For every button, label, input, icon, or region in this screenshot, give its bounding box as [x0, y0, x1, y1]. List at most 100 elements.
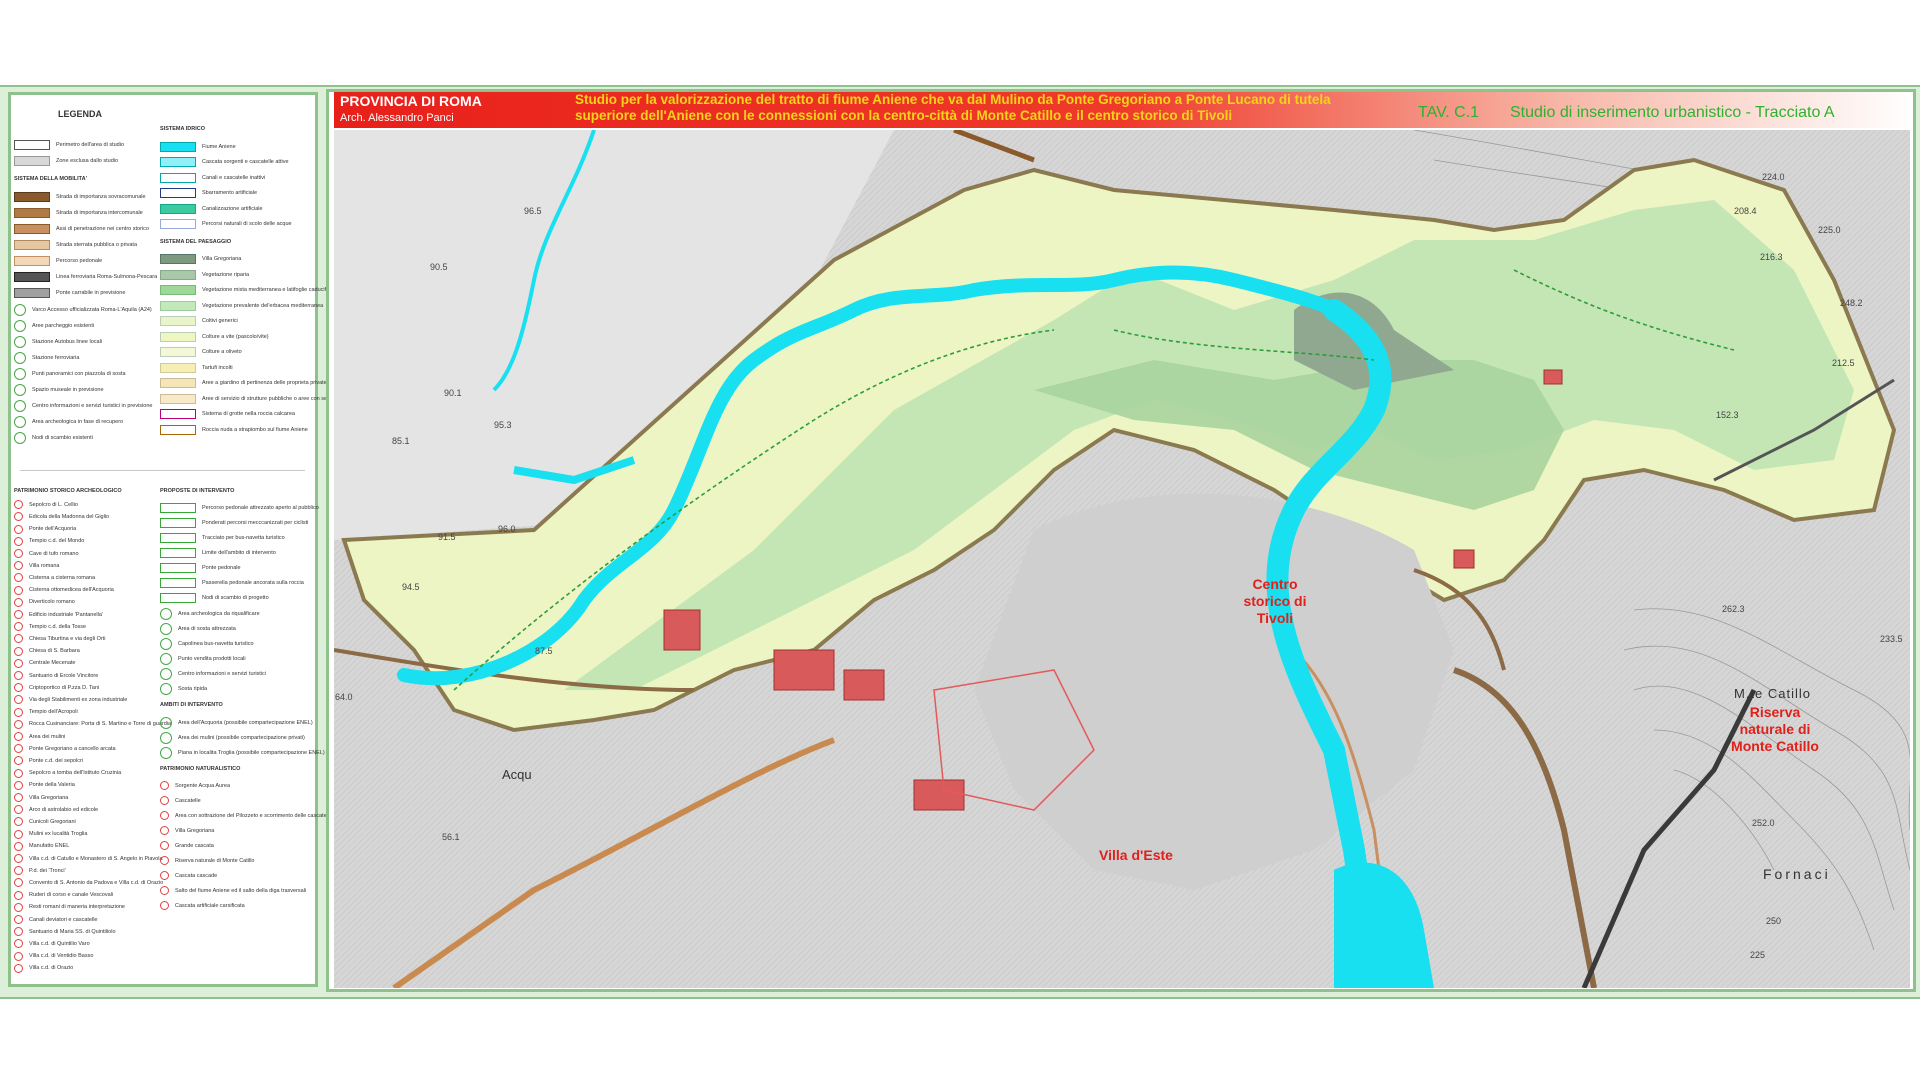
legend-item: Piana in localita Troglia (possibile com… — [160, 747, 325, 759]
legend-marker-icon — [14, 707, 23, 717]
legend-item: Passerella pedonale ancorata sulla rocci… — [160, 578, 304, 588]
legend-item: Nodi di scambio di progetto — [160, 593, 269, 603]
legend-item-label: Nodi di scambio esistenti — [32, 435, 93, 441]
province-title: PROVINCIA DI ROMA — [340, 93, 482, 109]
legend-item-label: Spazio museale in previsione — [32, 387, 104, 393]
legend-swatch — [160, 157, 196, 167]
elevation-label: 95.3 — [494, 420, 512, 430]
legend-item: Percorsi naturali di scolo delle acque — [160, 219, 292, 229]
legend-marker-icon — [14, 536, 23, 546]
legend-item: Area con sottrazione del Pilozzeto e sco… — [160, 811, 327, 820]
legend-item-label: Percorsi naturali di scolo delle acque — [202, 221, 292, 227]
elevation-label: 225.0 — [1818, 225, 1841, 235]
legend-item: Convento di S. Antonio da Padova e Villa… — [14, 878, 163, 888]
legend-swatch — [160, 188, 196, 198]
elevation-label: 248.2 — [1840, 298, 1863, 308]
legend-swatch — [14, 256, 50, 266]
architect-name: Arch. Alessandro Panci — [340, 112, 454, 124]
legend-swatch — [160, 393, 196, 404]
legend-item-label: Chiesa di S. Barbara — [29, 648, 80, 655]
legend-item: Salto del fiume Aniene ed il salto della… — [160, 886, 306, 895]
legend-item-label: Vegetazione prevalente del'erbacea medit… — [202, 302, 324, 309]
legend-marker-icon — [14, 573, 23, 583]
legend-item-label: Perimetro dell'area di studio — [56, 142, 125, 148]
legend-item: Santuario di Ercole Vincitore — [14, 671, 98, 680]
legend-item: Percorso pedonale attrezzato aperto al p… — [160, 503, 319, 513]
legend-item-label: Ponderati percorsi mecccanizzati per cic… — [202, 520, 309, 526]
legend-item-label: Vegetazione mista mediterranea e latifog… — [202, 287, 338, 293]
legend-item: Villa Gregoriana — [160, 826, 214, 835]
elevation-label: 224.0 — [1762, 172, 1785, 182]
legend-swatch — [160, 533, 196, 543]
legend-marker-icon — [14, 963, 23, 973]
legend-item: Strada di importanza intercomunale — [14, 208, 143, 218]
legend-swatch — [160, 548, 196, 558]
legend-item-label: Villa romana — [29, 562, 60, 569]
legend-item: Sosta ripida — [160, 683, 207, 695]
legend-item-label: Sepolcro di L. Cellio — [29, 501, 78, 508]
legend-item: Sorgente Acqua Aurea — [160, 781, 230, 790]
legend-item: Limite dell'ambito di intervento — [160, 548, 276, 558]
legend-section-title: SISTEMA IDRICO — [160, 126, 206, 132]
legend-item-label: Via degli Stabilimenti ex zona industria… — [29, 696, 128, 703]
legend-marker-icon — [14, 719, 23, 729]
legend-item: Ponte dell'Acquoria — [14, 524, 76, 534]
legend-item: Riserva naturale di Monte Catillo — [160, 856, 254, 865]
elevation-label: 90.5 — [430, 262, 448, 272]
legend-item: Varco Accesso ufficializzata Roma-L'Aqui… — [14, 304, 152, 316]
legend-item-label: Cascata cascade — [175, 872, 218, 879]
legend-item: Edificio industriale 'Pantanella' — [14, 610, 103, 619]
elevation-label: 212.5 — [1832, 358, 1855, 368]
legend-item-label: Capolinea bus-navetta turistico — [178, 641, 254, 647]
legend-marker-icon — [14, 951, 23, 961]
legend-item: Villa c.d. di Ventidio Basso — [14, 951, 93, 961]
legend-marker-icon — [14, 817, 23, 827]
legend-marker-icon — [14, 854, 23, 863]
legend-item: Tempio c.d. della Tosse — [14, 622, 86, 632]
legend-item: Colture a oliveto — [160, 347, 242, 357]
legend-item: Chiesa di S. Barbara — [14, 646, 80, 656]
legend-item: Spazio museale in previsione — [14, 384, 104, 396]
legend-item: Strada di importanza sovracomunale — [14, 192, 146, 202]
legend-item-label: Percorso pedonale attrezzato aperto al p… — [202, 505, 319, 511]
legend-item-label: Diverticolo romano — [29, 599, 75, 606]
legend-swatch — [160, 269, 196, 280]
legend-item-label: Mulini ex lucalità Troglia — [29, 831, 88, 838]
legend-item: Zone esclusa dallo studio — [14, 156, 118, 166]
legend-swatch — [14, 272, 50, 282]
legend-item: Stazione Autobus linee locali — [14, 336, 102, 348]
legend-symbol-icon — [14, 416, 26, 428]
legend-item-label: Centro informazioni e servizi turistici … — [32, 403, 153, 409]
legend-item-label: Nodi di scambio di progetto — [202, 595, 269, 601]
legend-item: Vegetazione riparia — [160, 269, 249, 280]
legend-item-label: Cisterna ottomedicea dell'Acquoria — [29, 587, 114, 594]
legend-section-title: SISTEMA DEL PAESAGGIO — [160, 238, 232, 245]
legend-item: Sepolcro di L. Cellio — [14, 500, 78, 510]
legend-item: Cisterna a cisterna romana — [14, 573, 95, 583]
legend-item: Sistema di grotte nella roccia calcarea — [160, 409, 295, 419]
legend-item-label: Strada sterrata pubblica o privata — [56, 242, 138, 248]
legend-item-label: Roccia nuda a strapiombo sul fiume Anien… — [202, 426, 308, 433]
legend-item: Canali deviatori e cascatelle — [14, 915, 97, 924]
legend-swatch — [160, 285, 196, 295]
legend-marker-icon — [14, 939, 23, 949]
legend-item: Cascatelle — [160, 796, 201, 805]
legend-symbol-icon — [14, 432, 26, 444]
legend-item-label: Fiume Aniene — [202, 143, 236, 150]
elevation-label: 56.1 — [442, 832, 460, 842]
legend-marker-icon — [14, 610, 23, 619]
legend-item-label: Area archeologica in fase di recupero — [32, 419, 124, 425]
legend-item-label: Arco di astrolabio ed edicole — [29, 806, 99, 813]
legend-marker-icon — [14, 646, 23, 656]
legend-item: Capolinea bus-navetta turistico — [160, 638, 254, 650]
legend-item-label: Zone esclusa dallo studio — [56, 158, 119, 164]
legend-item: Diverticolo romano — [14, 597, 75, 607]
legend-swatch — [160, 424, 196, 435]
legend-item: Area di sosta attrezzata — [160, 623, 236, 635]
legend-item: Cisterna ottomedicea dell'Acquoria — [14, 585, 114, 595]
legend-item: Tempio c.d. del Mondo — [14, 536, 84, 546]
legend-item: Cascata cascade — [160, 871, 217, 880]
legend-item: Fiume Aniene — [160, 141, 236, 152]
legend-item: Centrale Mecenate — [14, 658, 75, 668]
legend-swatch — [160, 219, 196, 229]
